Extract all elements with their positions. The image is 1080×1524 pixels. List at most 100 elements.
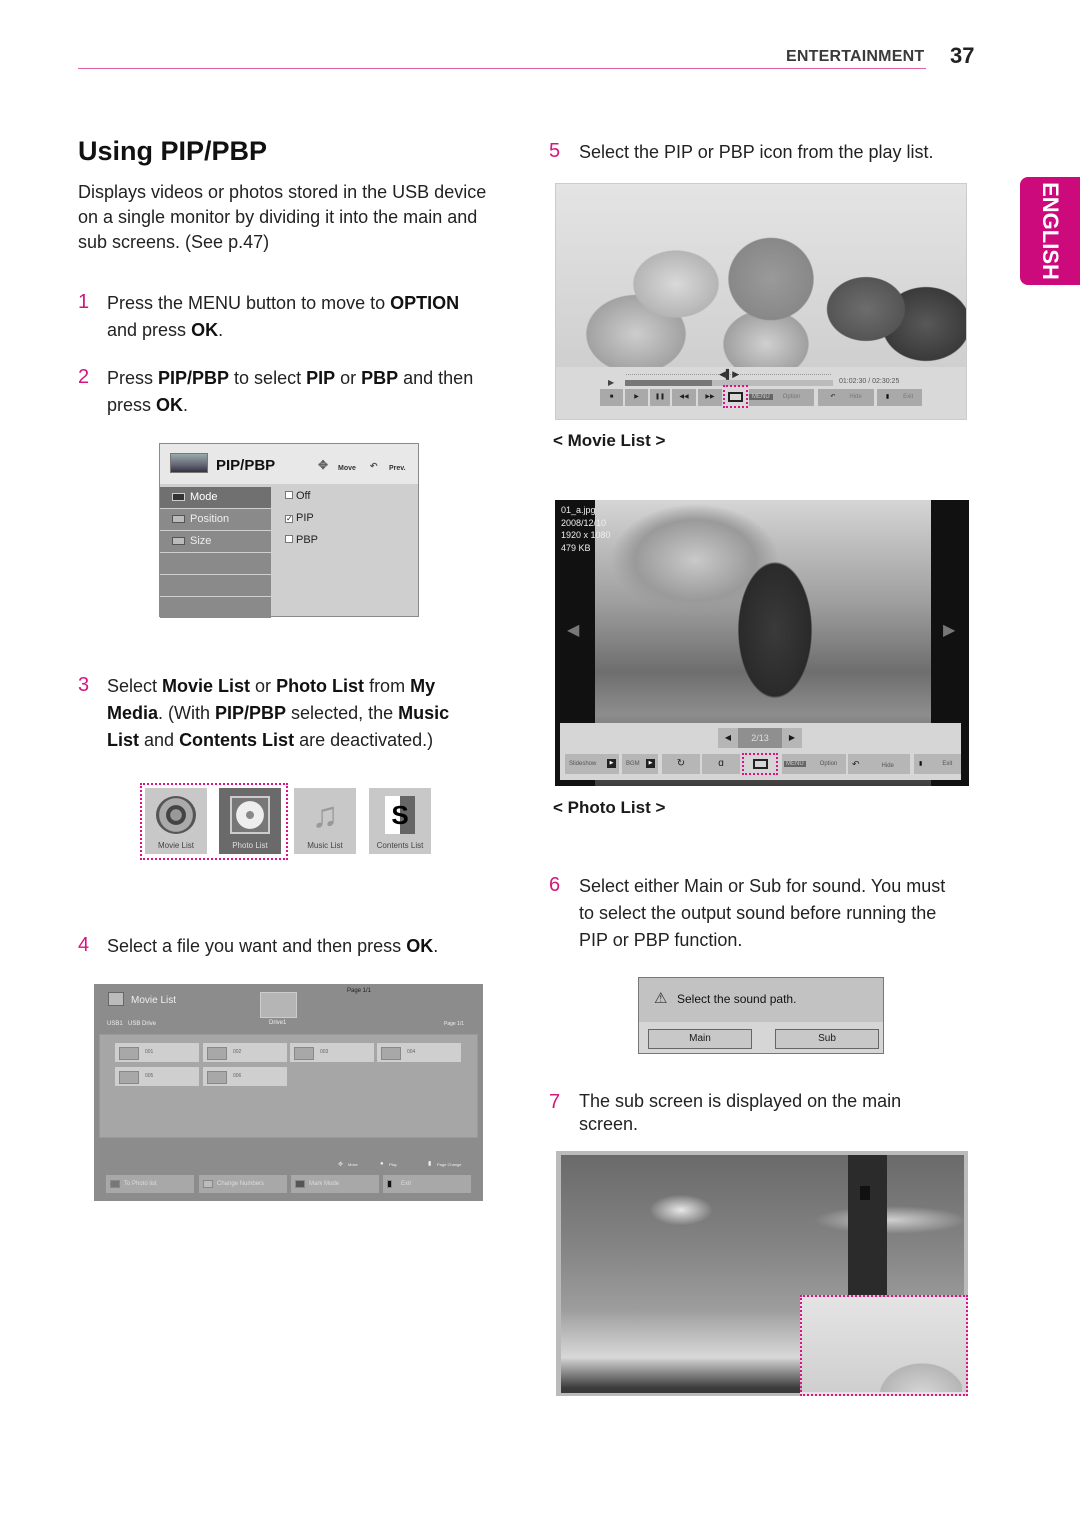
menu-item-mode[interactable]: Mode <box>160 487 271 508</box>
pip-result-screen <box>556 1151 968 1396</box>
page-number: 37 <box>950 43 975 68</box>
text-bold: PBP <box>361 368 399 388</box>
stop-button[interactable]: ■ <box>600 389 623 406</box>
page-next-button[interactable]: ▶ <box>782 728 802 748</box>
lighthouse-lamp <box>860 1186 870 1200</box>
step-1-text: Press the MENU button to move to OPTION … <box>107 290 459 344</box>
step-5-text: Select the PIP or PBP icon from the play… <box>579 142 934 162</box>
pip-menu-header: PIP/PBP ✥ Move ↶ Prev. <box>160 444 418 484</box>
pip-button[interactable] <box>742 753 778 775</box>
main-sound-button[interactable]: Main <box>648 1029 752 1049</box>
text-bold: OK <box>406 936 434 956</box>
intro-paragraph: Displays videos or photos stored in the … <box>78 180 486 255</box>
mode-icon <box>172 493 185 501</box>
language-tab: ENGLISH <box>1020 177 1080 285</box>
folder-item[interactable]: 005 <box>115 1067 199 1086</box>
step-number: 6 <box>549 874 561 896</box>
text-bold: OK <box>156 395 184 415</box>
menu-item-size[interactable]: Size <box>160 531 271 552</box>
photo-viewer-screen: 01_a.jpg 2008/12/10 1920 x 1080 479 KB ◀… <box>555 500 969 786</box>
movie-list-icon <box>108 992 124 1006</box>
folder-item[interactable]: 003 <box>290 1043 374 1062</box>
current-folder: Drive1 <box>269 1020 287 1026</box>
option-button[interactable]: MENU Option <box>749 389 814 406</box>
return-icon: ↶ <box>852 759 860 769</box>
exit-icon: ▮ <box>919 761 923 767</box>
text: are deactivated.) <box>294 730 434 750</box>
movie-player-screen: ◀▌▶ ▶ 01:02:30 / 02:30:25 ■ ▶ ❚❚ ◀◀ ▶▶ M… <box>555 183 967 420</box>
step-number: 7 <box>549 1091 561 1113</box>
folder-item[interactable]: 001 <box>115 1043 199 1062</box>
film-reel-icon <box>156 796 196 834</box>
button-label: Option <box>819 761 838 767</box>
fast-forward-button[interactable]: ▶▶ <box>698 389 722 406</box>
exit-button[interactable]: ▮ Exit <box>914 754 961 774</box>
zoom-button[interactable]: ɑ <box>702 754 740 774</box>
menu-item-label: Size <box>190 535 212 547</box>
menu-item-label: Position <box>190 513 230 525</box>
previous-photo-arrow-icon[interactable]: ◀ <box>567 620 579 640</box>
file-name: 01_a.jpg <box>561 505 596 515</box>
folder-item[interactable]: 002 <box>203 1043 287 1062</box>
time-current: 01:02:30 <box>839 378 867 385</box>
tile-movie-list[interactable]: Movie List <box>145 788 207 854</box>
menu-item-position[interactable]: Position <box>160 509 271 530</box>
step-number: 3 <box>78 674 90 696</box>
arrow-right-icon: ▶ <box>788 733 796 742</box>
play-button[interactable]: ▶ <box>625 389 648 406</box>
bgm-button[interactable]: BGM ▶ <box>622 754 658 774</box>
menu-item-empty <box>160 575 271 596</box>
text-bold: OPTION <box>390 293 460 313</box>
pip-icon <box>728 392 743 402</box>
music-note-icon: ♫ <box>311 794 339 835</box>
folder-item[interactable]: 006 <box>203 1067 287 1086</box>
hide-button[interactable]: ↶ Hide <box>818 389 874 406</box>
sub-sound-button[interactable]: Sub <box>775 1029 879 1049</box>
play-icon: ▶ <box>634 394 639 400</box>
rewind-button[interactable]: ◀◀ <box>672 389 696 406</box>
slideshow-button[interactable]: Slideshow ▶ <box>565 754 619 774</box>
text-bold: OK <box>191 320 219 340</box>
progress-fill <box>625 380 713 386</box>
section-title: ENTERTAINMENT <box>786 48 925 65</box>
option-pip[interactable]: ✓ PIP <box>285 511 318 533</box>
text-line: Select either Main or Sub for sound. You… <box>579 876 946 896</box>
page-indicator: 2/13 <box>738 728 782 748</box>
mark-mode-button[interactable]: Mark Mode <box>291 1175 379 1193</box>
rewind-icon: ◀◀ <box>679 394 689 400</box>
tile-label: Music List <box>307 841 343 850</box>
option-off[interactable]: Off <box>285 489 318 511</box>
page-prev-button[interactable]: ◀ <box>718 728 738 748</box>
text-line: The sub screen is displayed on the main <box>579 1091 902 1111</box>
button-label: Exit <box>942 761 953 767</box>
change-numbers-button[interactable]: Change Numbers <box>199 1175 287 1193</box>
seek-handle-icon[interactable]: ◀▌▶ <box>719 369 739 380</box>
hint-prev: Prev. <box>389 465 406 472</box>
size-icon <box>172 537 185 545</box>
next-photo-arrow-icon[interactable]: ▶ <box>943 620 955 640</box>
pause-button[interactable]: ❚❚ <box>650 389 670 406</box>
hint-play: Play <box>389 1162 397 1167</box>
movie-list-panel: Movie List Page 1/1 USB1 USB Drive Drive… <box>94 984 483 1201</box>
folder-item[interactable]: 004 <box>377 1043 461 1062</box>
exit-button[interactable]: ▮ Exit <box>877 389 922 406</box>
to-photo-list-button[interactable]: To Photo list <box>106 1175 194 1193</box>
text: or <box>250 676 277 696</box>
exit-button[interactable]: Exit <box>383 1175 471 1193</box>
pip-button[interactable] <box>723 385 748 408</box>
contents-s-icon: S <box>385 796 415 834</box>
page-indicator: Page 1/1 <box>347 988 372 994</box>
red-key-icon <box>110 1180 120 1188</box>
tile-photo-list[interactable]: Photo List <box>219 788 281 854</box>
position-icon <box>172 515 185 523</box>
video-frame <box>556 184 966 367</box>
header-rule <box>78 68 926 69</box>
text-bold: Media <box>107 703 159 723</box>
option-button[interactable]: MENU Option <box>782 754 846 774</box>
button-label: Mark Mode <box>309 1181 340 1187</box>
step-number: 2 <box>78 366 90 388</box>
hide-button[interactable]: ↶ Hide <box>848 754 910 774</box>
menu-key-badge: MENU <box>749 394 773 400</box>
rotate-button[interactable]: ↻ <box>662 754 700 774</box>
option-pbp[interactable]: PBP <box>285 533 318 555</box>
